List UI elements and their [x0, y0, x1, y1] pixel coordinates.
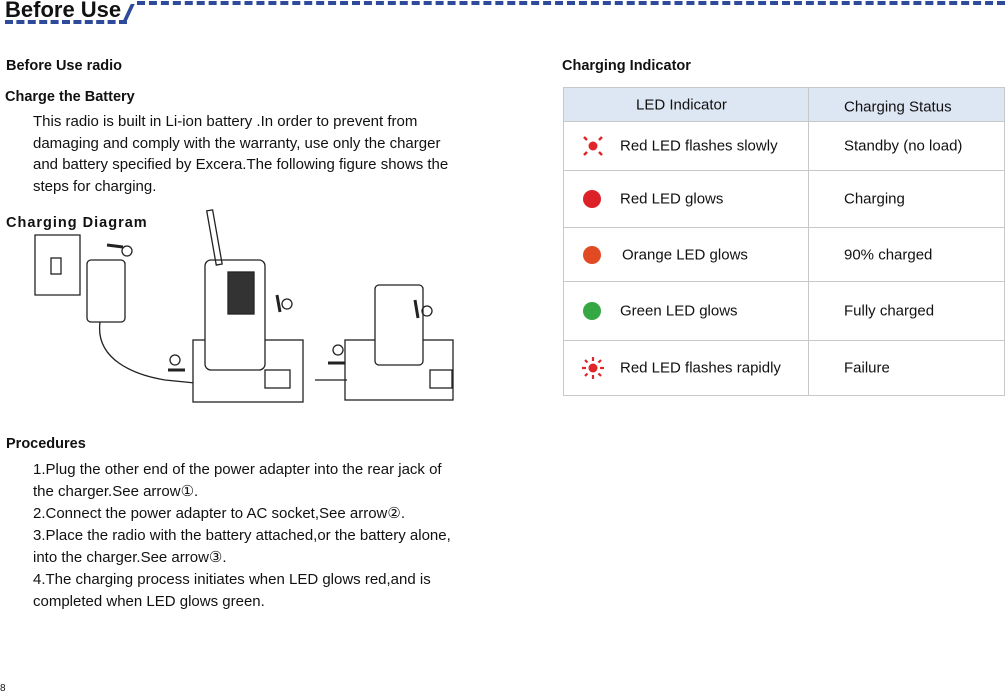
status-cell: Charging [808, 170, 1005, 228]
led-cell: Red LED glows [563, 170, 809, 228]
status-label: 90% charged [844, 246, 933, 263]
status-label: Fully charged [844, 302, 935, 320]
section-title-right: Charging Indicator [562, 58, 691, 74]
procedure-line: 2.Connect the power adapter to AC socket… [33, 505, 405, 522]
status-cell: Fully charged [808, 281, 1005, 341]
table-header: LED Indicator Charging Status [563, 87, 1005, 122]
procedures-heading: Procedures [6, 436, 86, 452]
charger-with-battery [315, 284, 454, 401]
red-dot-icon [583, 190, 601, 208]
led-cell: Red LED flashes rapidly [563, 340, 809, 396]
wall-socket [34, 234, 81, 296]
table-row: Green LED glows Fully charged [563, 281, 1005, 341]
intro-text: This radio is built in Li-ion battery .I… [33, 111, 448, 197]
marker-3 [281, 298, 293, 310]
marker-2 [121, 245, 133, 257]
intro-line: steps for charging. [33, 177, 157, 195]
procedure-line: 1.Plug the other end of the power adapte… [33, 461, 442, 478]
header-led: LED Indicator [563, 87, 809, 122]
header-rule-slant [123, 4, 135, 20]
status-cell: 90% charged [808, 227, 1005, 282]
marker-1b [332, 344, 344, 356]
procedure-steps: 1.Plug the other end of the power adapte… [33, 459, 451, 613]
section-title-left: Before Use radio [6, 58, 123, 74]
procedure-line: the charger.See arrow①. [33, 483, 199, 500]
led-label: Green LED glows [620, 302, 738, 320]
arrow-2 [106, 243, 124, 249]
charging-diagram [34, 209, 454, 403]
intro-line: This radio is built in Li-ion battery .I… [33, 113, 418, 130]
table-row: Red LED flashes rapidly Failure [563, 340, 1005, 396]
charger-with-radio [192, 209, 304, 403]
status-label: Standby (no load) [844, 137, 963, 155]
marker-1 [169, 354, 181, 366]
header-led-label: LED Indicator [636, 96, 727, 113]
green-dot-icon [583, 302, 601, 320]
header-status: Charging Status [808, 87, 1005, 122]
table-row: Orange LED glows 90% charged [563, 227, 1005, 282]
led-label: Orange LED glows [622, 246, 748, 263]
procedure-line: into the charger.See arrow③. [33, 549, 227, 566]
table-row: Red LED glows Charging [563, 170, 1005, 228]
page-number: 8 [0, 683, 6, 694]
orange-dot-icon [583, 245, 601, 264]
power-adapter [86, 259, 196, 384]
arrow-3 [275, 294, 282, 313]
procedure-line: 4.The charging process initiates when LE… [33, 571, 431, 588]
led-cell: Red LED flashes slowly [563, 121, 809, 171]
procedure-line: completed when LED glows green. [33, 593, 265, 610]
flash-rapid-icon [582, 357, 604, 379]
intro-line: and battery specified by Excera.The foll… [33, 156, 449, 173]
led-label: Red LED flashes slowly [620, 137, 778, 155]
procedure-line: 3.Place the radio with the battery attac… [33, 527, 451, 544]
led-cell: Green LED glows [563, 281, 809, 341]
title-underline [5, 20, 127, 24]
charging-indicator-table: LED Indicator Charging Status Red LED fl… [563, 87, 1005, 396]
status-label: Charging [844, 190, 905, 208]
status-cell: Standby (no load) [808, 121, 1005, 171]
status-cell: Failure [808, 340, 1005, 396]
charge-heading: Charge the Battery [5, 89, 135, 105]
status-label: Failure [844, 359, 890, 377]
led-label: Red LED flashes rapidly [620, 359, 781, 377]
header-status-label: Charging Status [844, 98, 952, 115]
intro-line: damaging and comply with the warranty, u… [33, 134, 441, 152]
led-label: Red LED glows [620, 190, 724, 208]
flash-slow-icon [583, 136, 603, 156]
table-row: Red LED flashes slowly Standby (no load) [563, 121, 1005, 171]
led-cell: Orange LED glows [563, 227, 809, 282]
header-rule [137, 1, 1005, 5]
